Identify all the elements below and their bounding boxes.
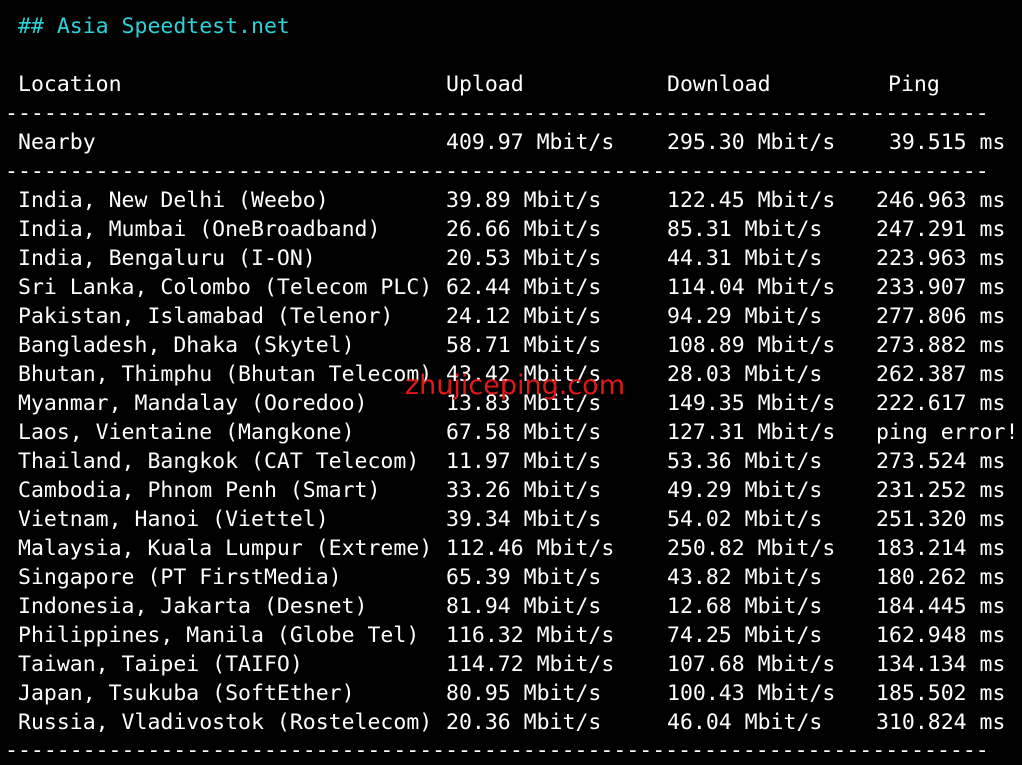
cell-upload: 33.26 Mbit/s xyxy=(446,478,602,503)
cell-download: 44.31 Mbit/s xyxy=(667,246,823,271)
cell-ping: ping error! xyxy=(876,420,1019,445)
cell-upload: 20.36 Mbit/s xyxy=(446,710,602,735)
cell-ping: 185.502 ms xyxy=(876,681,1006,706)
cell-location: Taiwan, Taipei (TAIFO) xyxy=(18,652,303,677)
column-header-ping: Ping xyxy=(888,72,940,97)
cell-ping: 273.882 ms xyxy=(876,333,1006,358)
cell-download: 149.35 Mbit/s xyxy=(667,391,836,416)
cell-download: 250.82 Mbit/s xyxy=(667,536,836,561)
cell-location: Malaysia, Kuala Lumpur (Extreme) xyxy=(18,536,433,561)
cell-location: Pakistan, Islamabad (Telenor) xyxy=(18,304,394,329)
separator-line: ----------------------------------------… xyxy=(5,101,985,126)
cell-upload: 39.89 Mbit/s xyxy=(446,188,602,213)
cell-download: 100.43 Mbit/s xyxy=(667,681,836,706)
cell-location: Bangladesh, Dhaka (Skytel) xyxy=(18,333,355,358)
cell-ping: 262.387 ms xyxy=(876,362,1006,387)
cell-upload: 26.66 Mbit/s xyxy=(446,217,602,242)
cell-location: Japan, Tsukuba (SoftEther) xyxy=(18,681,355,706)
cell-upload: 24.12 Mbit/s xyxy=(446,304,602,329)
cell-location: Indonesia, Jakarta (Desnet) xyxy=(18,594,368,619)
cell-ping: 184.445 ms xyxy=(876,594,1006,619)
cell-location: Sri Lanka, Colombo (Telecom PLC) xyxy=(18,275,433,300)
cell-location: Philippines, Manila (Globe Tel) xyxy=(18,623,420,648)
nearby-upload: 409.97 Mbit/s xyxy=(446,130,615,155)
cell-location: India, Mumbai (OneBroadband) xyxy=(18,217,381,242)
cell-location: India, New Delhi (Weebo) xyxy=(18,188,329,213)
cell-ping: 246.963 ms xyxy=(876,188,1006,213)
separator-line: ----------------------------------------… xyxy=(5,738,985,763)
nearby-ping: 39.515 ms xyxy=(876,130,1006,155)
cell-download: 49.29 Mbit/s xyxy=(667,478,823,503)
cell-location: Laos, Vientaine (Mangkone) xyxy=(18,420,355,445)
cell-upload: 11.97 Mbit/s xyxy=(446,449,602,474)
cell-download: 43.82 Mbit/s xyxy=(667,565,823,590)
cell-download: 85.31 Mbit/s xyxy=(667,217,823,242)
cell-upload: 62.44 Mbit/s xyxy=(446,275,602,300)
cell-ping: 273.524 ms xyxy=(876,449,1006,474)
cell-location: Myanmar, Mandalay (Ooredoo) xyxy=(18,391,368,416)
cell-download: 53.36 Mbit/s xyxy=(667,449,823,474)
cell-download: 122.45 Mbit/s xyxy=(667,188,836,213)
watermark: zhujiceping.com xyxy=(405,370,625,401)
cell-location: Russia, Vladivostok (Rostelecom) xyxy=(18,710,433,735)
cell-upload: 80.95 Mbit/s xyxy=(446,681,602,706)
section-heading: ## Asia Speedtest.net xyxy=(18,14,290,39)
nearby-location: Nearby xyxy=(18,130,96,155)
cell-upload: 20.53 Mbit/s xyxy=(446,246,602,271)
cell-upload: 114.72 Mbit/s xyxy=(446,652,615,677)
cell-download: 94.29 Mbit/s xyxy=(667,304,823,329)
cell-ping: 310.824 ms xyxy=(876,710,1006,735)
cell-upload: 65.39 Mbit/s xyxy=(446,565,602,590)
column-header-location: Location xyxy=(18,72,122,97)
cell-download: 127.31 Mbit/s xyxy=(667,420,836,445)
cell-upload: 67.58 Mbit/s xyxy=(446,420,602,445)
cell-ping: 162.948 ms xyxy=(876,623,1006,648)
cell-download: 114.04 Mbit/s xyxy=(667,275,836,300)
cell-ping: 231.252 ms xyxy=(876,478,1006,503)
cell-download: 12.68 Mbit/s xyxy=(667,594,823,619)
cell-download: 108.89 Mbit/s xyxy=(667,333,836,358)
column-header-upload: Upload xyxy=(446,72,524,97)
cell-ping: 277.806 ms xyxy=(876,304,1006,329)
cell-ping: 251.320 ms xyxy=(876,507,1006,532)
separator-line: ----------------------------------------… xyxy=(5,159,985,184)
cell-location: Singapore (PT FirstMedia) xyxy=(18,565,342,590)
cell-ping: 222.617 ms xyxy=(876,391,1006,416)
cell-upload: 116.32 Mbit/s xyxy=(446,623,615,648)
cell-location: Thailand, Bangkok (CAT Telecom) xyxy=(18,449,420,474)
cell-location: Vietnam, Hanoi (Viettel) xyxy=(18,507,329,532)
cell-upload: 81.94 Mbit/s xyxy=(446,594,602,619)
cell-location: Bhutan, Thimphu (Bhutan Telecom) xyxy=(18,362,433,387)
cell-download: 74.25 Mbit/s xyxy=(667,623,823,648)
cell-ping: 247.291 ms xyxy=(876,217,1006,242)
cell-upload: 39.34 Mbit/s xyxy=(446,507,602,532)
cell-location: India, Bengaluru (I-ON) xyxy=(18,246,316,271)
cell-ping: 233.907 ms xyxy=(876,275,1006,300)
table-header-row: Location Upload Download Ping xyxy=(18,70,940,99)
cell-location: Cambodia, Phnom Penh (Smart) xyxy=(18,478,381,503)
cell-ping: 134.134 ms xyxy=(876,652,1006,677)
terminal-window: ## Asia Speedtest.net Location Upload Do… xyxy=(0,0,1022,763)
nearby-row: Nearby 409.97 Mbit/s 295.30 Mbit/s 39.51… xyxy=(18,128,1005,157)
cell-download: 46.04 Mbit/s xyxy=(667,710,823,735)
cell-ping: 223.963 ms xyxy=(876,246,1006,271)
cell-download: 28.03 Mbit/s xyxy=(667,362,823,387)
cell-ping: 183.214 ms xyxy=(876,536,1006,561)
cell-download: 54.02 Mbit/s xyxy=(667,507,823,532)
cell-upload: 58.71 Mbit/s xyxy=(446,333,602,358)
column-header-download: Download xyxy=(667,72,771,97)
cell-download: 107.68 Mbit/s xyxy=(667,652,836,677)
cell-upload: 112.46 Mbit/s xyxy=(446,536,615,561)
nearby-download: 295.30 Mbit/s xyxy=(667,130,836,155)
cell-ping: 180.262 ms xyxy=(876,565,1006,590)
